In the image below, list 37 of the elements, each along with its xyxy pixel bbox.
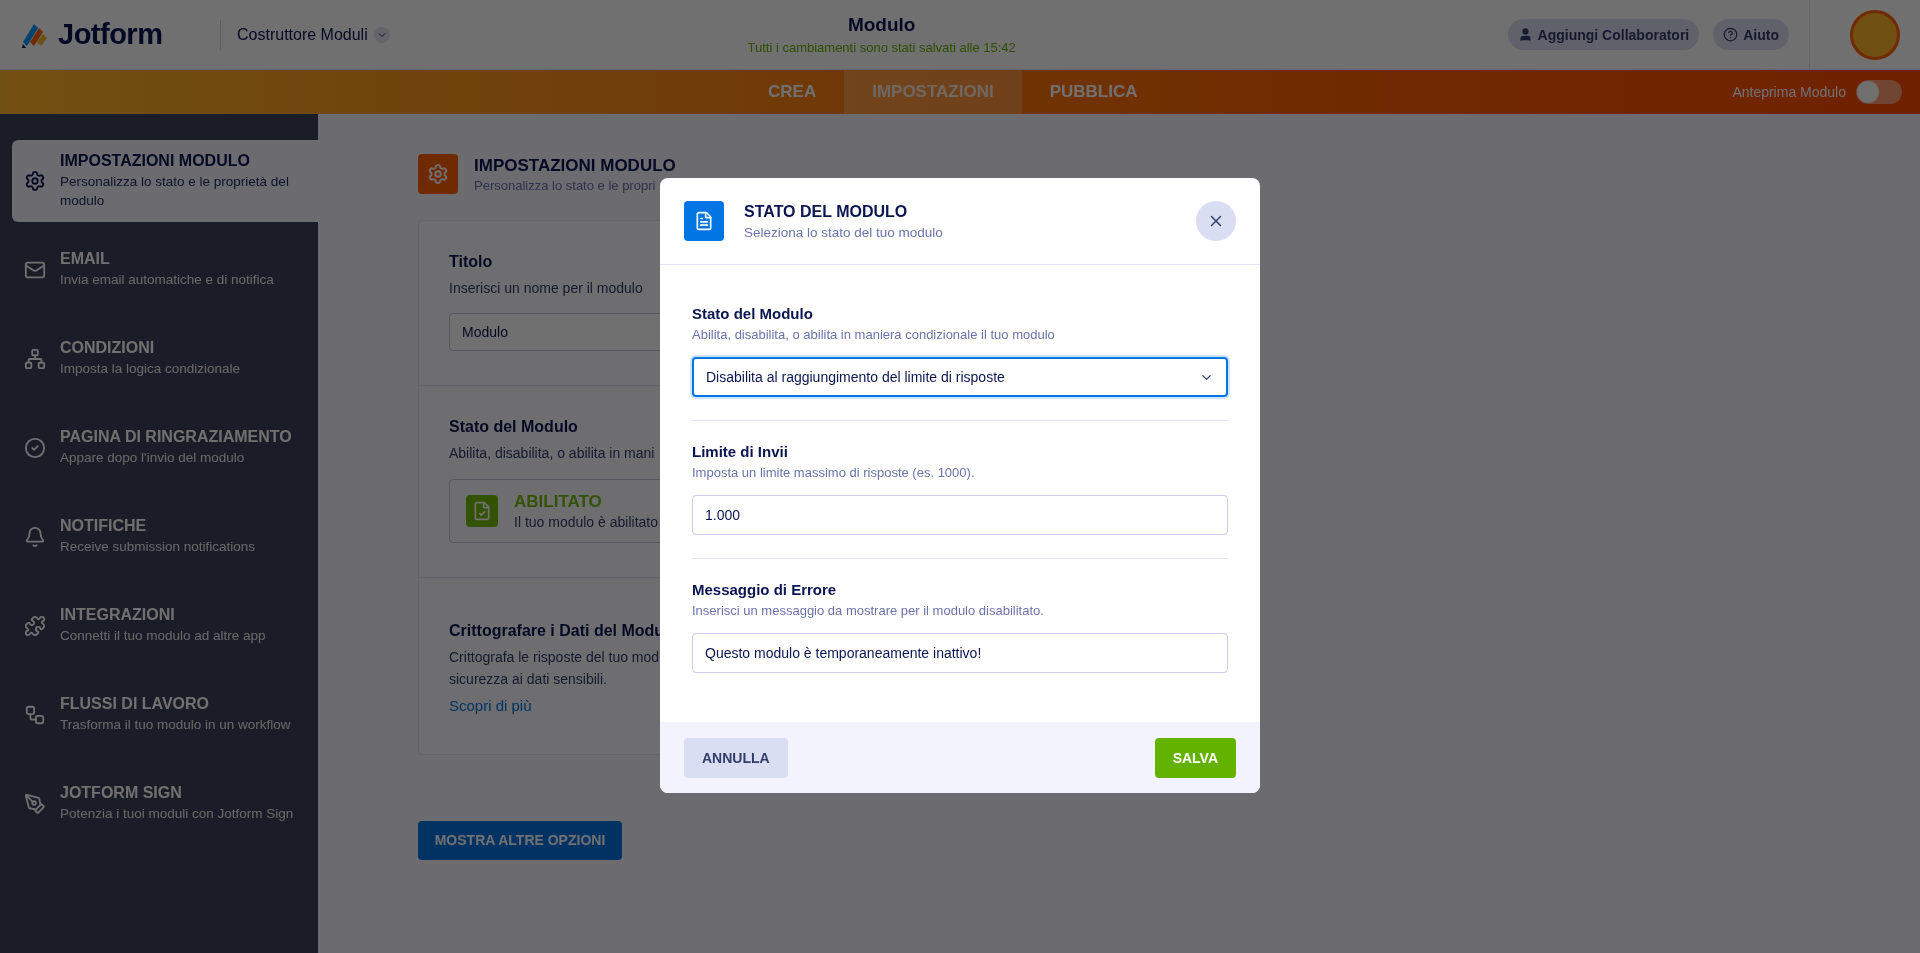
sidebar-item-description: Appare dopo l'invio del modulo <box>60 449 246 468</box>
sidebar-item-title: CONDIZIONI <box>60 339 156 358</box>
sidebar-item-description: Trasforma il tuo modulo in un workflow <box>60 716 291 735</box>
sidebar-item-title: JOTFORM SIGN <box>60 784 183 803</box>
form-title: Modulo <box>847 14 916 36</box>
sidebar-item-title: EMAIL <box>60 250 111 269</box>
sidebar-item-description: Receive submission notifications <box>60 538 256 557</box>
sidebar-item-description: Personalizza lo stato e le proprietà del modulo <box>60 173 290 210</box>
field-hint: Imposta un limite massimo di risposte (es. 1000). <box>692 465 975 480</box>
sidebar-item-title: INTEGRAZIONI <box>60 606 176 625</box>
sidebar-item-title: PAGINA DI RINGRAZIAMENTO <box>60 428 292 447</box>
field-label: Limite di Invii <box>692 443 788 460</box>
preview-label: Anteprima Modulo <box>1732 84 1846 100</box>
logo-text: Jotform <box>58 18 163 51</box>
section-title: IMPOSTAZIONI MODULO <box>474 155 676 176</box>
field-hint: Inserisci un messaggio da mostrare per il modulo disabilitato. <box>692 603 1044 618</box>
status-state: ABILITATO <box>514 491 603 512</box>
field-hint: Abilita, disabilita, o abilita in maniera condizionale il tuo modulo <box>692 327 1055 342</box>
sidebar-item-title: NOTIFICHE <box>60 517 148 536</box>
modal-subtitle: Seleziona lo stato del tuo modulo <box>744 224 944 240</box>
field-hint: Abilita, disabilita, o abilita in mani <box>449 444 655 464</box>
field-label: Stato del Modulo <box>692 305 813 322</box>
section-subtitle: Personalizza lo stato e le propri <box>474 177 657 193</box>
sidebar-item-description: Potenzia i tuoi moduli con Jotform Sign <box>60 805 294 824</box>
modal-title: STATO DEL MODULO <box>744 202 909 221</box>
sidebar-item-title: FLUSSI DI LAVORO <box>60 695 211 714</box>
field-label: Stato del Modulo <box>449 418 578 437</box>
field-label: Messaggio di Errore <box>692 581 837 598</box>
field-hint: Crittografa le risposte del tuo mod sicurezza ai dati sensibili. <box>449 647 660 690</box>
field-hint: Inserisci un nome per il modulo <box>449 279 643 298</box>
sidebar-item-description: Invia email automatiche e di notifica <box>60 271 274 290</box>
sidebar-item-description: Imposta la logica condizionale <box>60 360 241 379</box>
sidebar-item-title: IMPOSTAZIONI MODULO <box>60 152 251 171</box>
status-text: Il tuo modulo è abilitato <box>514 513 658 530</box>
save-status: Tutti i cambiamenti sono stati salvati alle 15:42 <box>747 40 1016 55</box>
sidebar-item-description: Connetti il tuo modulo ad altre app <box>60 627 266 646</box>
field-label: Titolo <box>449 253 493 271</box>
